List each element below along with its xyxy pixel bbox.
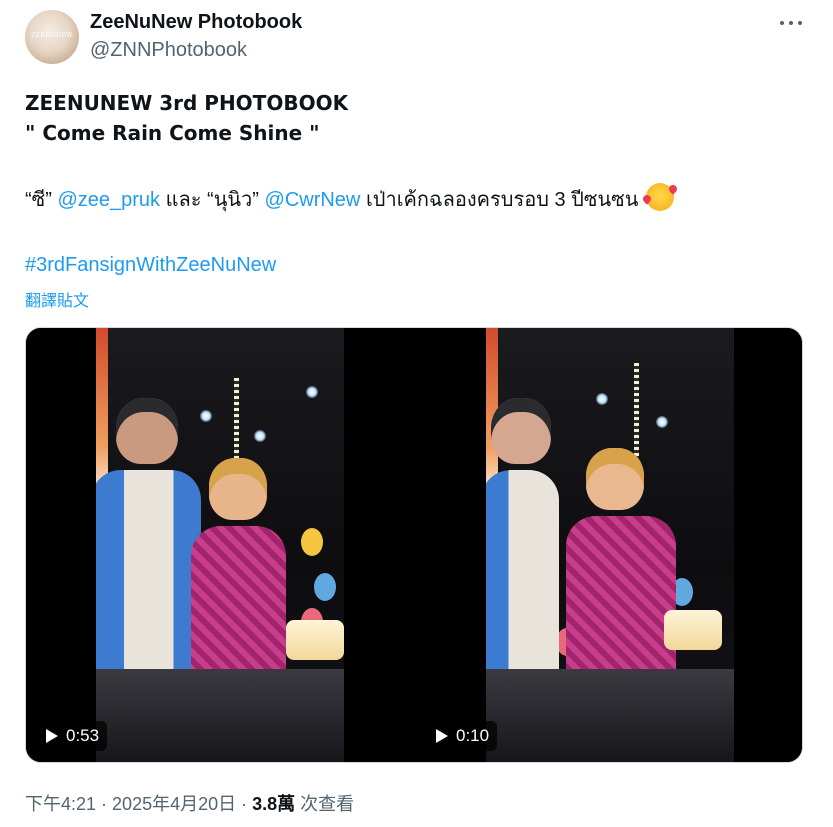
play-icon	[46, 729, 58, 743]
video-2-thumbnail	[486, 328, 734, 762]
post-time[interactable]: 下午4:21	[25, 794, 96, 814]
video-1[interactable]: 0:53	[26, 328, 414, 762]
meta-separator: ·	[96, 794, 113, 814]
avatar-logo-text: ZEENUNEW	[31, 32, 73, 39]
post-text-and: และ “นุนิว”	[165, 189, 259, 211]
mention-zee-pruk[interactable]: @zee_pruk	[57, 189, 160, 211]
video-1-duration-badge: 0:53	[36, 721, 108, 751]
post-meta: 下午4:21 · 2025年4月20日 · 3.8萬 次查看	[25, 790, 354, 816]
post-title-line1: ZEENUNEW 3rd PHOTOBOOK	[25, 91, 349, 115]
meta-separator: ·	[236, 794, 253, 814]
video-2-duration: 0:10	[456, 726, 490, 745]
views-label: 次查看	[300, 794, 355, 814]
hashtag-link[interactable]: #3rdFansignWithZeeNuNew	[25, 250, 276, 280]
post-date[interactable]: 2025年4月20日	[112, 794, 236, 814]
video-1-thumbnail	[96, 328, 344, 762]
post-text-rest: เป่าเค้กฉลองครบรอบ 3 ปีซนซน	[365, 189, 639, 211]
avatar[interactable]: ZEENUNEW	[25, 10, 79, 64]
author-name[interactable]: ZeeNuNew Photobook	[90, 11, 302, 34]
video-2-duration-badge: 0:10	[426, 721, 498, 751]
mention-cwrnew[interactable]: @CwrNew	[265, 189, 361, 211]
video-2[interactable]: 0:10	[416, 328, 802, 762]
smiling-face-with-hearts-icon	[645, 183, 674, 211]
author-handle[interactable]: @ZNNPhotobook	[90, 39, 247, 62]
media-grid: 0:53 0:10	[25, 327, 803, 763]
video-1-duration: 0:53	[66, 726, 100, 745]
post-text-line: “ซี” @zee_pruk และ “นุนิว” @CwrNew เป่าเ…	[25, 183, 674, 215]
play-icon	[436, 729, 448, 743]
more-options-icon[interactable]	[778, 12, 804, 34]
post-title-line2: " Come Rain Come Shine "	[25, 121, 320, 145]
translate-post-link[interactable]: 翻譯貼文	[25, 287, 89, 311]
post-text-zee: “ซี”	[25, 189, 52, 211]
views-count: 3.8萬	[252, 794, 296, 814]
